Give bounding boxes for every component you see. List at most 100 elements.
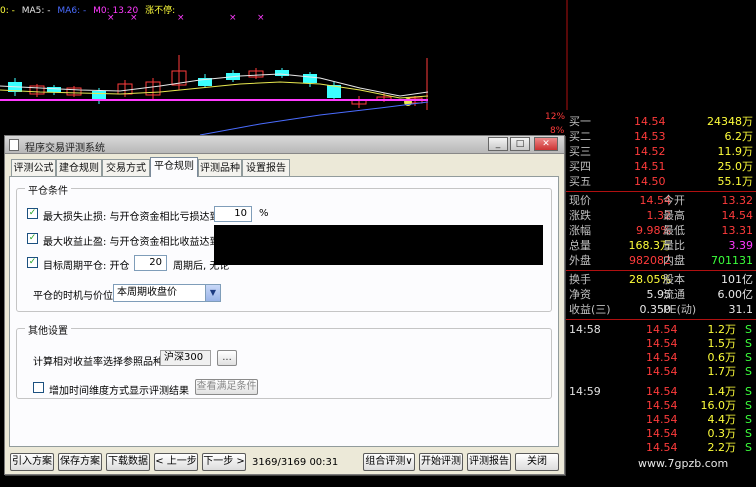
bid-volume: 11.9万 <box>717 145 754 158</box>
tick-volume: 16.0万 <box>700 399 737 412</box>
tick-direction: S <box>745 441 752 454</box>
stat-label-2: 最低 <box>663 224 685 237</box>
bid-row[interactable]: 买四 14.51 25.0万 <box>566 159 756 174</box>
stat-value-2: 31.1 <box>728 303 754 316</box>
stat-label-2: 内盘 <box>663 254 685 267</box>
download-data-button[interactable]: 下载数据 <box>106 453 150 471</box>
tick-price: 14.54 <box>646 413 678 426</box>
minimize-button[interactable]: _ <box>488 137 508 151</box>
legend-ma-blue: MA6: - <box>57 6 87 16</box>
combo-test-button[interactable]: 组合评测∨ <box>363 453 415 471</box>
test-report-button[interactable]: 评测报告 <box>467 453 511 471</box>
kline-chart[interactable]: × × × × × <box>0 0 566 135</box>
dialog-titlebar[interactable]: 程序交易评测系统 _ □ ✕ <box>5 136 564 154</box>
backtest-dialog: 程序交易评测系统 _ □ ✕ 评测公式 建仓规则 交易方式 平仓规则 评测品种 … <box>4 135 565 475</box>
tick-row: 14.54 0.6万 S <box>566 351 756 365</box>
take-profit-label: 最大收益止盈: 与开仓资金相比收益达到 <box>43 237 220 248</box>
stat-row: 涨跌 1.32 最高 14.54 <box>566 208 756 223</box>
trading-screen: × × × × × 0: - MA5: - MA6: - M0: 13.20 涨不停: … <box>0 0 756 487</box>
bid-volume: 24348万 <box>707 115 753 128</box>
tab-exit-rules[interactable]: 平仓规则 <box>150 157 198 177</box>
stat-label: 收益(三) <box>569 303 611 316</box>
timing-select[interactable]: 本周期收盘价 ▼ <box>113 284 221 302</box>
tick-direction: S <box>745 385 752 398</box>
tab-instruments[interactable]: 评测品种 <box>198 159 242 177</box>
limit-marker: × <box>257 13 265 23</box>
ma-line-yellow <box>0 81 429 99</box>
stat-row: 总量 168.3万 量比 3.39 <box>566 238 756 253</box>
target-period-checkbox[interactable]: ✓ <box>27 257 38 268</box>
bid-label: 买四 <box>569 160 591 173</box>
bid-row[interactable]: 买三 14.52 11.9万 <box>566 144 756 159</box>
view-conditions-button[interactable]: 查看满足条件 <box>195 379 258 395</box>
stat-label-2: 流通 <box>663 288 685 301</box>
stat-label: 涨幅 <box>569 224 591 237</box>
benchmark-browse-button[interactable]: ... <box>217 350 237 366</box>
stat-row: 换手 28.05% 股本 101亿 <box>566 272 756 287</box>
import-plan-button[interactable]: 引入方案 <box>10 453 54 471</box>
stat-label: 现价 <box>569 194 591 207</box>
stat-value-2: 14.54 <box>721 209 754 222</box>
tick-row: 14.54 2.2万 S <box>566 441 756 455</box>
tick-row: 14:58 14.54 1.2万 S <box>566 323 756 337</box>
stat-value-2: 13.32 <box>721 194 754 207</box>
tick-direction: S <box>745 427 752 440</box>
start-test-button[interactable]: 开始评测 <box>419 453 463 471</box>
quote-divider <box>566 270 756 271</box>
legend-limit: 涨不停: <box>145 6 176 16</box>
stat-row: 外盘 982082 内盘 701131 <box>566 253 756 268</box>
stat-label-2: PE(动) <box>663 303 697 316</box>
stat-label: 总量 <box>569 239 591 252</box>
tab-entry-rules[interactable]: 建仓规则 <box>56 159 102 177</box>
take-profit-checkbox[interactable]: ✓ <box>27 233 38 244</box>
tick-direction: S <box>745 413 752 426</box>
benchmark-field[interactable]: 沪深300 <box>160 350 211 366</box>
tab-trade-mode[interactable]: 交易方式 <box>102 159 150 177</box>
stop-loss-input[interactable]: 10 <box>214 206 252 222</box>
tick-price: 14.54 <box>646 385 678 398</box>
ma-line-blue <box>199 101 429 135</box>
tab-formula[interactable]: 评测公式 <box>11 159 56 177</box>
tick-volume: 2.2万 <box>707 441 737 454</box>
next-step-button[interactable]: 下一步 > <box>202 453 246 471</box>
bid-row[interactable]: 买二 14.53 6.2万 <box>566 129 756 144</box>
tick-volume: 0.6万 <box>707 351 737 364</box>
time-dimension-label: 增加时间维度方式显示评测结果 <box>49 386 189 397</box>
tick-price: 14.54 <box>646 323 678 336</box>
bid-row[interactable]: 买一 14.54 24348万 <box>566 114 756 129</box>
stat-row: 净资 5.95 流通 6.00亿 <box>566 287 756 302</box>
tick-volume: 1.4万 <box>707 385 737 398</box>
legend-m0: M0: 13.20 <box>93 6 139 16</box>
chevron-down-icon[interactable]: ▼ <box>205 285 220 301</box>
quote-panel: 买一 14.54 24348万 买二 14.53 6.2万 买三 14.52 11.9万 买四 14… <box>566 110 756 487</box>
tab-report-settings[interactable]: 设置报告 <box>242 159 290 177</box>
bid-price: 14.53 <box>634 130 666 143</box>
bid-volume: 55.1万 <box>717 175 754 188</box>
tick-volume: 1.5万 <box>707 337 737 350</box>
tick-row: 14.54 16.0万 S <box>566 399 756 413</box>
tick-direction: S <box>745 365 752 378</box>
prev-step-button[interactable]: < 上一步 <box>154 453 198 471</box>
window-close-button[interactable]: ✕ <box>534 137 558 151</box>
timing-label: 平仓的时机与价位 <box>33 291 113 302</box>
maximize-button[interactable]: □ <box>510 137 530 151</box>
stat-value-2: 101亿 <box>721 273 753 286</box>
bid-price: 14.54 <box>634 115 666 128</box>
bid-label: 买五 <box>569 175 591 188</box>
time-dimension-checkbox[interactable] <box>33 382 44 393</box>
limit-marker: × <box>229 13 237 23</box>
dialog-close-button[interactable]: 关闭 <box>515 453 559 471</box>
bid-row[interactable]: 买五 14.50 55.1万 <box>566 174 756 189</box>
stop-loss-checkbox[interactable]: ✓ <box>27 208 38 219</box>
exit-rules-panel: 平仓条件 ✓ 最大损失止损: 与开仓资金相比亏损达到 10 % ✓ 最大收益止盈… <box>9 176 559 447</box>
save-plan-button[interactable]: 保存方案 <box>58 453 102 471</box>
stop-loss-unit: % <box>259 208 269 219</box>
bid-label: 买二 <box>569 130 591 143</box>
quote-divider <box>566 191 756 192</box>
tick-price: 14.54 <box>646 399 678 412</box>
period-input[interactable]: 20 <box>134 255 167 271</box>
candle-body <box>303 74 317 83</box>
tick-volume: 0.3万 <box>707 427 737 440</box>
bid-price: 14.51 <box>634 160 666 173</box>
stat-label-2: 最高 <box>663 209 685 222</box>
